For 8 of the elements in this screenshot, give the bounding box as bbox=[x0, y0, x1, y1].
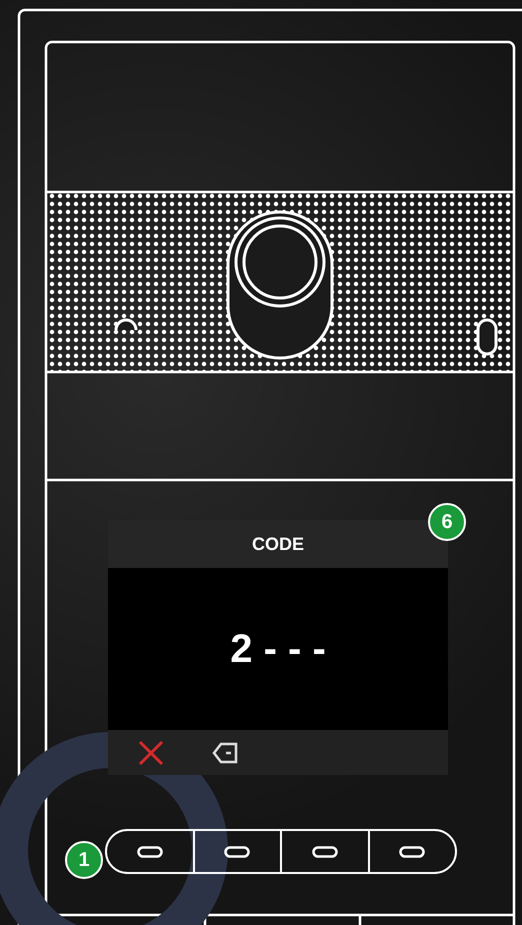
code-entry: 2 - - - bbox=[230, 626, 326, 673]
close-icon[interactable] bbox=[138, 740, 164, 766]
dash-icon bbox=[312, 846, 338, 858]
callout-number: 1 bbox=[65, 841, 103, 879]
backspace-icon[interactable] bbox=[212, 742, 238, 764]
dash-icon bbox=[224, 846, 250, 858]
dash-icon bbox=[399, 846, 426, 858]
dash-icon bbox=[136, 846, 163, 858]
